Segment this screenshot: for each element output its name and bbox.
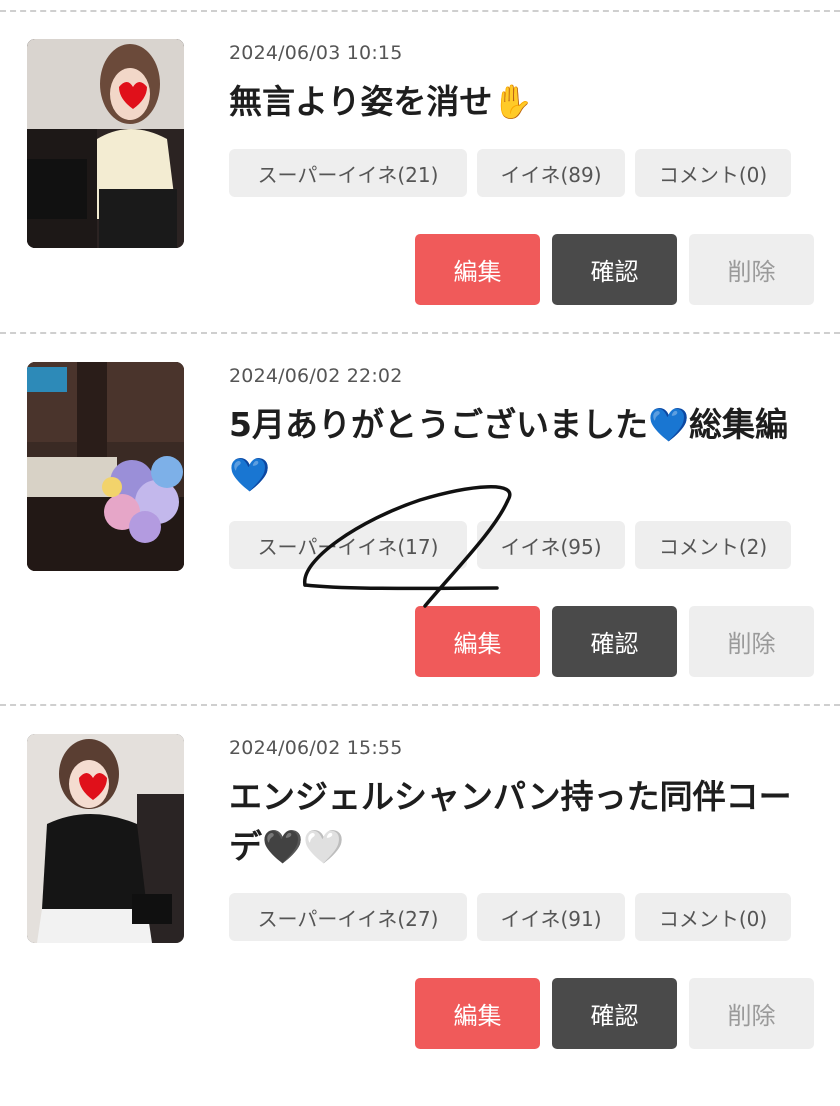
like-count[interactable]: イイネ(91) — [477, 893, 625, 941]
edit-button[interactable]: 編集 — [415, 978, 540, 1049]
post-title-text: 5月ありがとうございました💙総集編 — [229, 405, 789, 444]
comment-count[interactable]: コメント(0) — [635, 893, 791, 941]
edit-button[interactable]: 編集 — [415, 606, 540, 677]
post-item: 2024/06/02 22:02 5月ありがとうございました💙総集編 💙 スーパー… — [0, 362, 840, 734]
comment-count[interactable]: コメント(2) — [635, 521, 791, 569]
super-like-count[interactable]: スーパーイイネ(27) — [229, 893, 467, 941]
confirm-button[interactable]: 確認 — [552, 978, 677, 1049]
post-stats: スーパーイイネ(17) イイネ(95) コメント(2) — [229, 521, 791, 569]
post-date: 2024/06/02 22:02 — [229, 365, 403, 387]
post-divider — [0, 10, 840, 12]
post-actions: 編集 確認 削除 — [415, 978, 814, 1049]
super-like-count[interactable]: スーパーイイネ(17) — [229, 521, 467, 569]
post-thumbnail[interactable] — [27, 39, 184, 248]
delete-button[interactable]: 削除 — [689, 606, 814, 677]
post-date: 2024/06/02 15:55 — [229, 737, 403, 759]
post-actions: 編集 確認 削除 — [415, 234, 814, 305]
post-thumbnail[interactable] — [27, 362, 184, 571]
post-title-text: 無言より姿を消せ — [229, 82, 493, 121]
post-title[interactable]: エンジェルシャンパン持った同伴コーデ🖤🤍 — [229, 772, 819, 872]
confirm-button[interactable]: 確認 — [552, 606, 677, 677]
post-title[interactable]: 5月ありがとうございました💙総集編 💙 — [229, 400, 819, 500]
blue-heart-emoji-icon: 💙 — [229, 455, 271, 494]
like-count[interactable]: イイネ(89) — [477, 149, 625, 197]
post-thumbnail[interactable] — [27, 734, 184, 943]
post-stats: スーパーイイネ(21) イイネ(89) コメント(0) — [229, 149, 791, 197]
heart-emoji-icon: 🖤🤍 — [262, 827, 345, 866]
post-item: 2024/06/03 10:15 無言より姿を消せ✋ スーパーイイネ(21) イ… — [0, 39, 840, 411]
hand-emoji-icon: ✋ — [492, 82, 534, 121]
post-actions: 編集 確認 削除 — [415, 606, 814, 677]
super-like-count[interactable]: スーパーイイネ(21) — [229, 149, 467, 197]
like-count[interactable]: イイネ(95) — [477, 521, 625, 569]
post-item: 2024/06/02 15:55 エンジェルシャンパン持った同伴コーデ🖤🤍 スー… — [0, 734, 840, 1106]
confirm-button[interactable]: 確認 — [552, 234, 677, 305]
delete-button[interactable]: 削除 — [689, 978, 814, 1049]
delete-button[interactable]: 削除 — [689, 234, 814, 305]
post-title[interactable]: 無言より姿を消せ✋ — [229, 77, 819, 127]
post-date: 2024/06/03 10:15 — [229, 42, 403, 64]
edit-button[interactable]: 編集 — [415, 234, 540, 305]
comment-count[interactable]: コメント(0) — [635, 149, 791, 197]
post-stats: スーパーイイネ(27) イイネ(91) コメント(0) — [229, 893, 791, 941]
